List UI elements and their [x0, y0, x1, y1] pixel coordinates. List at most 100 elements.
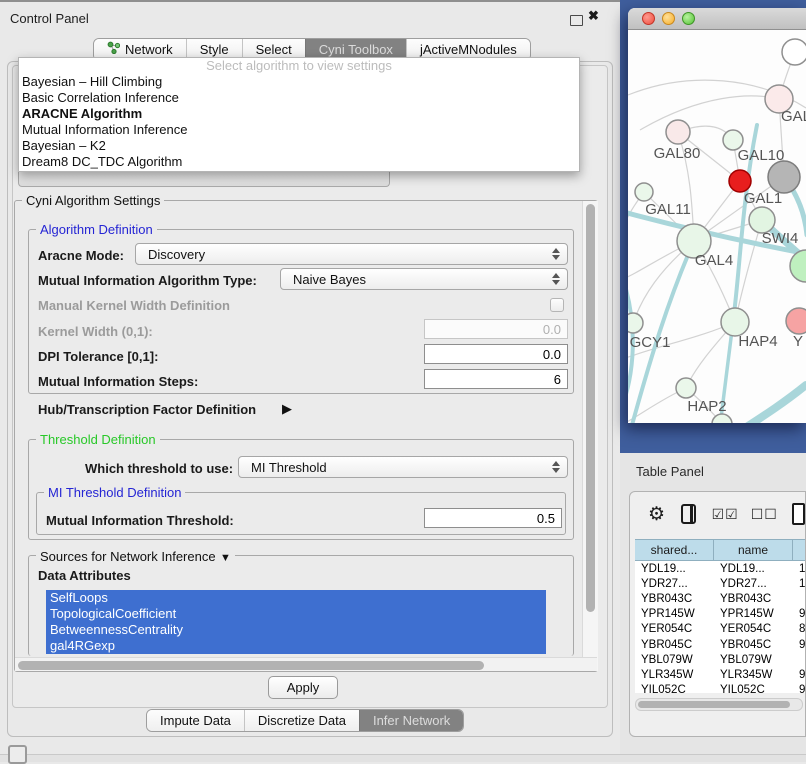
column-header[interactable]: shared...: [635, 539, 714, 561]
node-label: SWI4: [762, 230, 799, 247]
table-toolbar: ⚙ ☑☑ ☐☐: [630, 492, 805, 536]
network-node[interactable]: [782, 39, 806, 65]
scrollbar-thumb[interactable]: [638, 701, 790, 708]
algorithm-dropdown-popup: Select algorithm to view settings Bayesi…: [18, 57, 580, 172]
table-body[interactable]: YDL19...YDL19...13YDR27...YDR27...12YBR0…: [635, 561, 806, 693]
bottom-tabs: Impute Data Discretize Data Infer Networ…: [146, 709, 464, 732]
network-node-hap2[interactable]: [676, 378, 696, 398]
apply-button[interactable]: Apply: [268, 676, 338, 699]
network-node-gal80[interactable]: [666, 120, 690, 144]
minimized-panel-icon[interactable]: [8, 745, 27, 764]
table-cell: 9.: [793, 669, 806, 681]
tab-infer-network[interactable]: Infer Network: [359, 710, 463, 731]
algorithm-definition-title: Algorithm Definition: [36, 222, 157, 237]
settings-vertical-scrollbar[interactable]: [582, 201, 598, 671]
table-row[interactable]: YIL052CYIL052C9.: [635, 683, 806, 694]
column-header[interactable]: [793, 539, 806, 561]
tab-discretize-data[interactable]: Discretize Data: [244, 710, 359, 731]
table-row[interactable]: YDR27...YDR27...12: [635, 576, 806, 591]
table-panel-window: ⚙ ☑☑ ☐☐ shared... name YDL19...YDL19...1…: [629, 491, 806, 737]
sources-group-title-wrap[interactable]: Sources for Network Inference ▼: [36, 548, 235, 566]
mi-threshold-field[interactable]: 0.5: [424, 508, 562, 528]
collapse-arrow-icon[interactable]: ▼: [220, 552, 231, 564]
network-node-y[interactable]: [786, 308, 806, 334]
node-label: GAL: [781, 108, 806, 125]
mi-steps-field[interactable]: 6: [424, 369, 568, 389]
dropdown-item[interactable]: ARACNE Algorithm: [19, 106, 579, 122]
network-node[interactable]: [768, 161, 800, 193]
table-cell: YDR27...: [635, 578, 714, 590]
column-header[interactable]: name: [714, 539, 793, 561]
table-cell: 9.: [793, 684, 806, 693]
network-canvas[interactable]: GALGAL80GAL10GAL1GAL11GAL4SWI4GCY1HAP4YH…: [628, 30, 806, 423]
manual-kernel-checkbox[interactable]: [550, 298, 564, 312]
settings-horizontal-scrollbar[interactable]: [15, 657, 597, 671]
mi-type-combo[interactable]: Naive Bayes: [280, 268, 568, 290]
aracne-mode-combo[interactable]: Discovery: [135, 243, 568, 265]
data-attributes-list[interactable]: SelfLoops TopologicalCoefficient Between…: [46, 590, 546, 654]
network-node[interactable]: [729, 170, 751, 192]
list-item[interactable]: gal4RGexp: [46, 638, 546, 654]
tab-impute-data[interactable]: Impute Data: [147, 710, 244, 731]
table-cell: YBR043C: [714, 593, 793, 605]
table-row[interactable]: YLR345WYLR345W9.: [635, 667, 806, 682]
table-cell: YLR345W: [714, 669, 793, 681]
network-node-swi4[interactable]: [790, 250, 806, 282]
mi-type-label: Mutual Information Algorithm Type:: [38, 273, 257, 288]
network-window-titlebar[interactable]: [628, 8, 806, 30]
table-cell: YIL052C: [635, 684, 714, 693]
dpi-tolerance-field[interactable]: 0.0: [424, 344, 568, 364]
close-window-icon[interactable]: [642, 12, 655, 25]
table-cell: YIL052C: [714, 684, 793, 693]
control-panel-title: Control Panel: [10, 11, 89, 26]
which-threshold-label: Which threshold to use:: [85, 461, 233, 476]
control-panel: Control Panel ✖ Network Style Select Cyn…: [0, 0, 620, 762]
hub-definition-label[interactable]: Hub/Transcription Factor Definition: [38, 402, 256, 417]
table-row[interactable]: YBR045CYBR045C9.: [635, 637, 806, 652]
table-cell: 9.: [793, 639, 806, 651]
close-icon[interactable]: ✖: [588, 8, 599, 24]
algorithm-combobox-partial[interactable]: [18, 172, 390, 187]
scrollbar-thumb[interactable]: [18, 661, 484, 670]
network-node-gcy1[interactable]: [628, 313, 643, 333]
node-label: GAL4: [695, 252, 733, 269]
select-all-checkboxes-icon[interactable]: ☑☑: [712, 506, 739, 523]
network-node-gal11[interactable]: [635, 183, 653, 201]
zoom-window-icon[interactable]: [682, 12, 695, 25]
network-node-hap4[interactable]: [721, 308, 749, 336]
table-cell: YBR045C: [714, 639, 793, 651]
float-panel-icon[interactable]: [570, 15, 583, 26]
deselect-all-checkboxes-icon[interactable]: ☐☐: [751, 506, 778, 523]
table-panel-title: Table Panel: [636, 464, 704, 479]
which-threshold-combo[interactable]: MI Threshold: [238, 456, 568, 478]
table-row[interactable]: YPR145WYPR145W9.: [635, 607, 806, 622]
kernel-width-field[interactable]: 0.0: [424, 319, 568, 339]
dropdown-item[interactable]: Basic Correlation Inference: [19, 90, 579, 106]
dropdown-item[interactable]: Bayesian – K2: [19, 138, 579, 154]
document-icon[interactable]: [792, 503, 805, 525]
list-item[interactable]: BetweennessCentrality: [46, 622, 546, 638]
mi-type-value: Naive Bayes: [293, 272, 366, 287]
table-row[interactable]: YBR043CYBR043C: [635, 591, 806, 606]
table-cell: 13: [793, 563, 806, 575]
gear-icon[interactable]: ⚙: [648, 505, 665, 524]
settings-group-title: Cyni Algorithm Settings: [22, 193, 164, 208]
table-horizontal-scrollbar[interactable]: [635, 698, 803, 711]
minimize-window-icon[interactable]: [662, 12, 675, 25]
list-item[interactable]: TopologicalCoefficient: [46, 606, 546, 622]
dropdown-placeholder: Select algorithm to view settings: [19, 58, 579, 74]
expand-arrow-icon[interactable]: ▶: [282, 401, 292, 417]
table-row[interactable]: YER054CYER054C8.: [635, 622, 806, 637]
scrollbar-thumb[interactable]: [586, 204, 595, 612]
combo-stepper-icon: [552, 461, 560, 473]
dropdown-item[interactable]: Bayesian – Hill Climbing: [19, 74, 579, 90]
table-cell: YDR27...: [714, 578, 793, 590]
mi-threshold-group-title: MI Threshold Definition: [44, 485, 185, 500]
split-columns-icon[interactable]: [681, 504, 696, 524]
dropdown-item[interactable]: Dream8 DC_TDC Algorithm: [19, 154, 579, 170]
tab-label: Impute Data: [160, 710, 231, 731]
table-row[interactable]: YDL19...YDL19...13: [635, 561, 806, 576]
dropdown-item[interactable]: Mutual Information Inference: [19, 122, 579, 138]
list-item[interactable]: SelfLoops: [46, 590, 546, 606]
table-row[interactable]: YBL079WYBL079W: [635, 652, 806, 667]
